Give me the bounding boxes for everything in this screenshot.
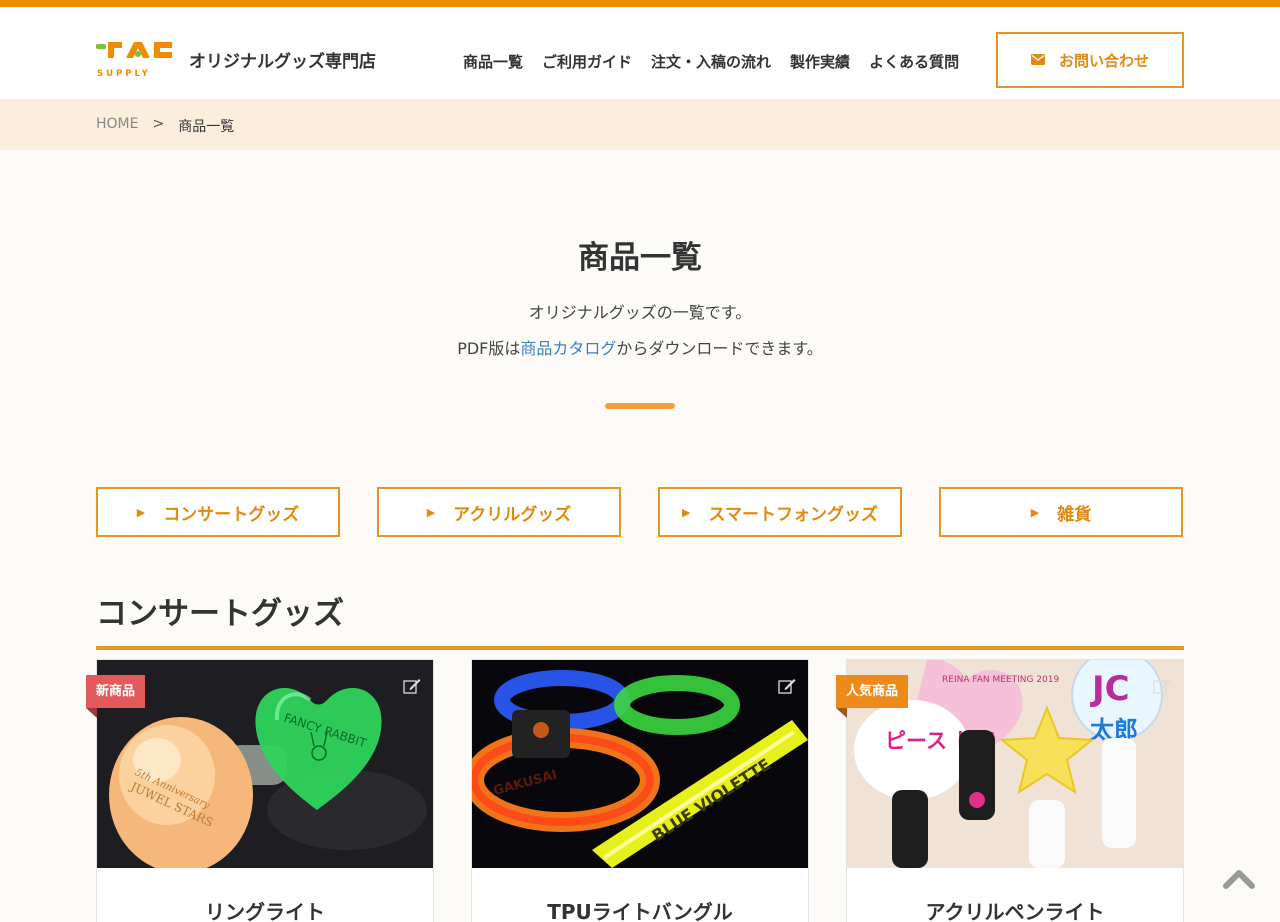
category-acrylic[interactable]: ▶ アクリルグッズ [377,487,621,537]
category-label: スマートフォングッズ [708,504,878,525]
catalog-text-prefix: PDF版は [457,339,521,358]
product-name: リングライト [205,900,325,922]
triangle-right-icon: ▶ [426,505,436,519]
site-logo[interactable]: SUPPLY [96,36,172,79]
chevron-up-icon [1223,870,1255,889]
global-nav: 商品一覧 ご利用ガイド 注文・入稿の流れ 製作実績 よくある質問 [463,51,978,72]
product-image: FANCY RABBIT 5th Anniversary JUWEL STARS [97,660,433,868]
section-underline [96,646,1184,650]
nav-faq[interactable]: よくある質問 [869,51,959,72]
breadcrumb: HOME > 商品一覧 [0,99,1280,150]
nav-guide[interactable]: ご利用ガイド [542,51,632,72]
top-accent-bar [0,0,1280,7]
logo-wordmark: SUPPLY [97,69,151,78]
site-name: オリジナルグッズ専門店 [189,52,376,72]
mail-icon [1030,51,1045,69]
triangle-right-icon: ▶ [682,505,691,519]
catalog-text: PDF版は商品カタログからダウンロードできます。 [0,335,1280,359]
product-list: 新商品 FANCY RABBIT 5th Anniversary JUWEL S… [86,659,1221,922]
intro-text: オリジナルグッズの一覧です。 [528,303,752,322]
category-label: アクリルグッズ [453,504,572,525]
edit-icon [403,678,421,698]
catalog-link[interactable]: 商品カタログ [520,339,616,358]
hero-section: 商品一覧 オリジナルグッズの一覧です。 PDF版は商品カタログからダウンロードで… [0,150,1280,409]
product-name: TPUライトバングル [547,900,733,922]
category-label: 雑貨 [1057,504,1092,525]
category-smartphone[interactable]: ▶ スマートフォングッズ [658,487,902,537]
product-card-tpu-bangle[interactable]: BLUE VIOLETTE GAKUSAI TPUライトバングル [471,659,809,922]
product-image: BLUE VIOLETTE GAKUSAI [472,660,808,868]
title-underline [605,403,675,409]
breadcrumb-home[interactable]: HOME [96,116,138,136]
product-name: アクリルペンライト [925,900,1105,922]
badge-popular: 人気商品 [836,675,909,718]
page-title: 商品一覧 [578,240,702,276]
category-label: コンサートグッズ [163,504,300,525]
edit-icon [778,678,796,698]
image-text: JC [1090,669,1130,709]
triangle-right-icon: ▶ [1030,505,1040,519]
triangle-right-icon: ▶ [136,505,146,519]
nav-order-flow[interactable]: 注文・入稿の流れ [651,51,771,72]
image-text: REINA FAN MEETING 2019 [942,675,1059,685]
contact-button[interactable]: お問い合わせ [996,32,1184,88]
edit-icon [1153,678,1171,698]
contact-button-label: お問い合わせ [1058,51,1149,70]
breadcrumb-current: 商品一覧 [178,119,235,135]
category-goods[interactable]: ▶ 雑貨 [939,487,1183,537]
product-card-acrylic-penlight[interactable]: 人気商品 REINA FAN MEETING 2019 JC 太郎 ピース して [836,659,1184,922]
nav-works[interactable]: 製作実績 [790,51,850,72]
page-top-button[interactable] [1222,866,1256,892]
product-card-ring-light[interactable]: 新商品 FANCY RABBIT 5th Anniversary JUWEL S… [86,659,434,922]
section-title: コンサートグッズ [96,596,344,632]
category-buttons: ▶ コンサートグッズ ▶ アクリルグッズ ▶ スマートフォングッズ ▶ 雑貨 [96,487,1220,537]
category-concert[interactable]: ▶ コンサートグッズ [96,487,340,537]
nav-products[interactable]: 商品一覧 [463,51,523,72]
site-header: SUPPLY オリジナルグッズ専門店 商品一覧 ご利用ガイド 注文・入稿の流れ … [0,7,1280,99]
badge-new: 新商品 [86,675,146,718]
catalog-text-suffix: からダウンロードできます。 [616,339,823,358]
breadcrumb-separator: > [152,116,165,132]
